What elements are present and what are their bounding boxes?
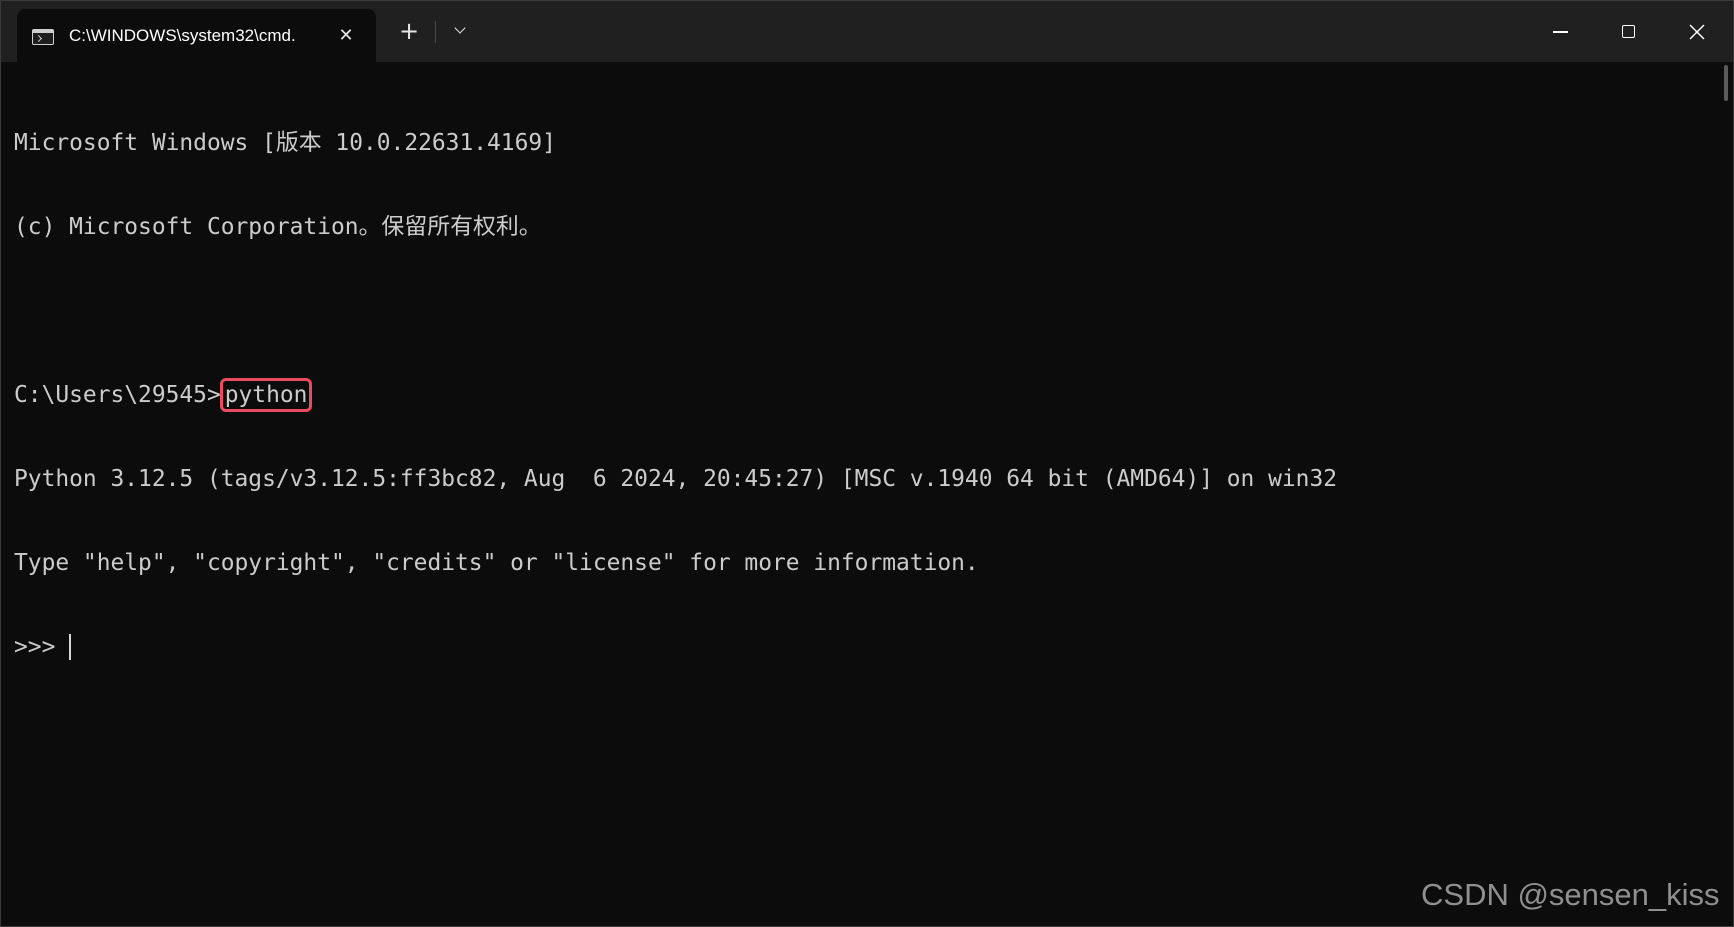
scrollbar[interactable] — [1724, 65, 1730, 923]
cmd-terminal-icon — [32, 29, 54, 45]
scrollbar-thumb[interactable] — [1724, 65, 1728, 101]
terminal-window: C:\WINDOWS\system32\cmd. ✕ + Microsoft W… — [0, 0, 1734, 927]
close-window-button[interactable] — [1663, 1, 1731, 62]
terminal-output[interactable]: Microsoft Windows [版本 10.0.22631.4169] (… — [14, 73, 1714, 717]
maximize-button[interactable] — [1595, 1, 1663, 62]
repl-line[interactable]: >>> — [14, 633, 1714, 661]
output-line: (c) Microsoft Corporation。保留所有权利。 — [14, 214, 542, 240]
tab-divider — [435, 21, 436, 43]
tab-cmd[interactable]: C:\WINDOWS\system32\cmd. ✕ — [17, 9, 376, 62]
title-bar[interactable]: C:\WINDOWS\system32\cmd. ✕ + — [1, 1, 1733, 62]
watermark: CSDN @sensen_kiss — [1421, 877, 1720, 912]
output-line: Microsoft Windows [版本 10.0.22631.4169] — [14, 130, 556, 156]
close-tab-icon[interactable]: ✕ — [335, 25, 357, 47]
repl-prompt: >>> — [14, 634, 70, 660]
text-cursor — [69, 634, 72, 660]
minimize-button[interactable] — [1527, 1, 1595, 62]
new-tab-button[interactable]: + — [393, 15, 425, 47]
highlighted-command: python — [219, 378, 313, 412]
command-line: C:\Users\29545> python — [14, 378, 1714, 412]
shell-prompt: C:\Users\29545> — [14, 382, 221, 408]
chevron-down-icon[interactable] — [445, 15, 477, 47]
close-icon — [1689, 24, 1705, 40]
output-line: Type "help", "copyright", "credits" or "… — [14, 550, 979, 576]
tab-title: C:\WINDOWS\system32\cmd. — [69, 26, 296, 45]
output-line: Python 3.12.5 (tags/v3.12.5:ff3bc82, Aug… — [14, 466, 1338, 492]
